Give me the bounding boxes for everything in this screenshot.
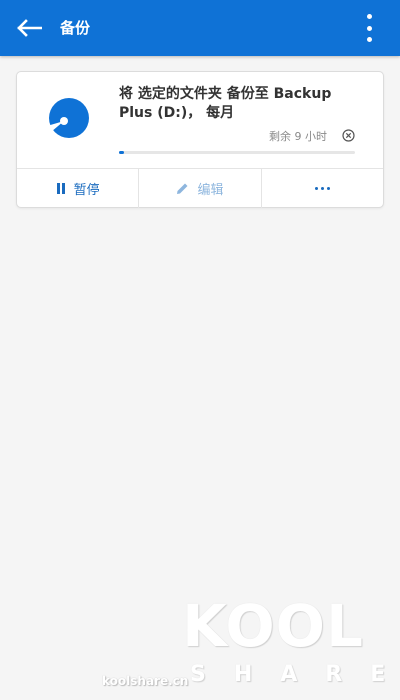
- page-title: 备份: [60, 19, 91, 37]
- app-bar: 备份: [0, 0, 400, 56]
- pause-icon: [56, 183, 65, 194]
- watermark-logo-text: KOOL: [182, 592, 364, 660]
- pencil-icon: [177, 183, 188, 194]
- backup-description: 将 选定的文件夹 备份至 Backup Plus (D:)， 每月: [119, 86, 332, 121]
- progress-fill: [119, 151, 124, 154]
- pause-button[interactable]: 暂停: [17, 169, 138, 208]
- edit-label: 编辑: [197, 183, 224, 198]
- cancel-circle-icon[interactable]: [342, 129, 355, 142]
- watermark-sub-text: SHARE: [190, 662, 400, 687]
- pause-label: 暂停: [73, 183, 100, 198]
- back-arrow-icon: [17, 19, 42, 37]
- backup-card: 将 选定的文件夹 备份至 Backup Plus (D:)， 每月 剩余 9 小…: [16, 71, 384, 208]
- watermark-logo: KOOL SHARE: [182, 592, 392, 692]
- more-options-button[interactable]: [366, 14, 372, 42]
- more-vertical-icon: [366, 14, 372, 19]
- back-button[interactable]: [12, 12, 46, 44]
- remaining-time: 剩余 9 小时: [269, 130, 327, 143]
- progress-bar: [119, 151, 355, 154]
- action-bar: 暂停 编辑: [17, 169, 383, 208]
- more-horizontal-icon: [314, 187, 330, 190]
- more-actions-button[interactable]: [260, 169, 383, 208]
- disc-icon: [49, 98, 89, 138]
- edit-button[interactable]: 编辑: [138, 169, 260, 208]
- watermark-site: koolshare.cn: [102, 674, 189, 688]
